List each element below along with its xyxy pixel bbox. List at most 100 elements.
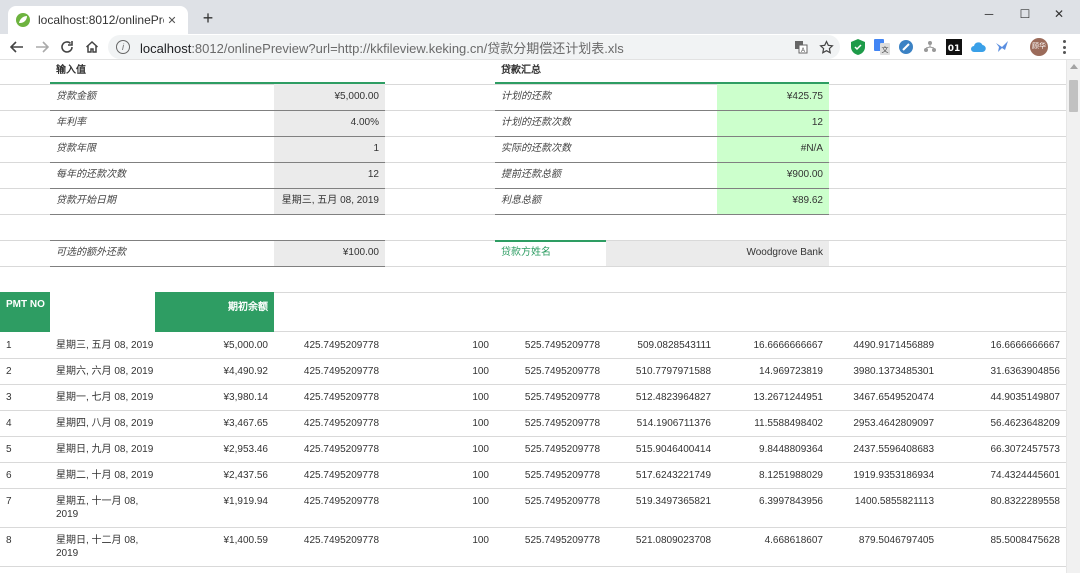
forward-button[interactable] xyxy=(31,36,53,58)
cell-no: 4 xyxy=(6,418,12,429)
cell-principal: 515.9046400414 xyxy=(635,444,711,455)
cell-border xyxy=(495,188,829,189)
info-icon[interactable]: i xyxy=(116,40,130,54)
cell-no: 3 xyxy=(6,392,12,403)
cell-cumulative: 85.5008475628 xyxy=(990,535,1060,546)
address-bar[interactable]: i localhost:8012/onlinePreview?url=http:… xyxy=(108,35,840,59)
input-label: 年利率 xyxy=(56,117,86,128)
cell-payment: 425.7495209778 xyxy=(303,535,379,546)
extra-payment-value[interactable]: ¥100.00 xyxy=(274,240,385,266)
cell-total: 525.7495209778 xyxy=(524,444,600,455)
summary-value: 12 xyxy=(811,117,823,128)
grid-line xyxy=(0,566,1066,567)
cell-payment: 425.7495209778 xyxy=(303,392,379,403)
cell-interest: 11.5588498402 xyxy=(754,418,823,429)
cell-ending: 1919.9353186934 xyxy=(853,470,934,481)
cell-total: 525.7495209778 xyxy=(524,470,600,481)
cell-border xyxy=(50,162,385,163)
cell-total: 525.7495209778 xyxy=(524,496,600,507)
cell-cumulative: 66.3072457573 xyxy=(990,444,1060,455)
scroll-up-arrow[interactable] xyxy=(1070,64,1078,69)
summary-value: ¥900.00 xyxy=(786,169,823,180)
header-date xyxy=(50,292,155,332)
header-balance: 期初余额 xyxy=(155,292,274,332)
cell-total: 525.7495209778 xyxy=(524,392,600,403)
lender-value[interactable]: Woodgrove Bank xyxy=(606,240,829,266)
cell-border xyxy=(495,136,829,137)
cell-extra: 100 xyxy=(472,496,489,507)
cell-balance: ¥2,953.46 xyxy=(223,444,269,455)
cell-balance: ¥5,000.00 xyxy=(223,340,269,351)
browser-tab[interactable]: localhost:8012/onlinePreview? ✕ xyxy=(8,6,188,34)
cell-date: 星期二, 十月 08, 2019 xyxy=(56,470,154,481)
vertical-scrollbar[interactable] xyxy=(1066,60,1080,573)
cell-extra: 100 xyxy=(472,392,489,403)
summary-label: 计划的还款 xyxy=(501,91,551,102)
grid-line xyxy=(0,410,1066,411)
reload-button[interactable] xyxy=(56,36,78,58)
header-pmt-no: PMT NO xyxy=(0,292,50,332)
cell-balance: ¥2,437.56 xyxy=(223,470,269,481)
input-value[interactable]: 星期三, 五月 08, 2019 xyxy=(274,188,385,214)
cell-payment: 425.7495209778 xyxy=(303,444,379,455)
svg-text:文: 文 xyxy=(882,45,889,54)
cell-extra: 100 xyxy=(472,535,489,546)
input-section-header: 输入值 xyxy=(56,65,86,76)
cloud-icon[interactable] xyxy=(970,39,986,55)
01-icon[interactable]: 01 xyxy=(946,39,962,55)
profile-avatar[interactable]: 顾华 xyxy=(1030,38,1048,56)
cell-cumulative: 44.9035149807 xyxy=(990,392,1060,403)
speed-icon[interactable] xyxy=(898,39,914,55)
tree-icon[interactable] xyxy=(922,39,938,55)
cell-cumulative: 16.6666666667 xyxy=(990,340,1060,351)
summary-value: #N/A xyxy=(800,143,823,154)
window-close-button[interactable]: ✕ xyxy=(1036,2,1080,26)
summary-section-header: 贷款汇总 xyxy=(501,65,541,76)
input-value[interactable]: 1 xyxy=(274,136,385,162)
cell-principal: 509.0828543111 xyxy=(637,340,711,351)
input-value[interactable]: ¥5,000.00 xyxy=(274,84,385,110)
cell-date: 星期五, 十一月 08, 2019 xyxy=(56,496,139,520)
grid-line xyxy=(0,436,1066,437)
cell-interest: 9.8448809364 xyxy=(759,444,823,455)
cell-cumulative: 80.8322289558 xyxy=(990,496,1060,507)
browser-toolbar: i localhost:8012/onlinePreview?url=http:… xyxy=(0,34,1080,60)
cell-extra: 100 xyxy=(472,444,489,455)
grid-line xyxy=(0,358,1066,359)
grid-line xyxy=(0,488,1066,489)
forward-icon xyxy=(36,41,49,53)
input-label: 贷款年限 xyxy=(56,143,96,154)
cell-interest: 4.668618607 xyxy=(764,535,823,546)
tab-close-icon[interactable]: ✕ xyxy=(164,14,180,27)
home-icon xyxy=(85,40,99,53)
input-value[interactable]: 4.00% xyxy=(274,110,385,136)
cell-interest: 8.1251988029 xyxy=(759,470,823,481)
adguard-icon[interactable] xyxy=(850,39,866,55)
translate-icon[interactable]: A xyxy=(792,38,810,56)
cell-total: 525.7495209778 xyxy=(524,535,600,546)
leaf-favicon-icon xyxy=(16,13,30,27)
google-translate-icon[interactable]: 文 xyxy=(874,39,890,55)
grid-line xyxy=(0,527,1066,528)
bird-icon[interactable] xyxy=(994,39,1010,55)
back-button[interactable] xyxy=(6,36,28,58)
new-tab-button[interactable]: + xyxy=(199,8,217,28)
cell-border xyxy=(495,110,829,111)
cell-balance: ¥1,400.59 xyxy=(223,535,269,546)
cell-total: 525.7495209778 xyxy=(524,366,600,377)
summary-label: 提前还款总额 xyxy=(501,169,561,180)
summary-value: ¥425.75 xyxy=(786,91,823,102)
cell-border xyxy=(50,214,385,215)
cell-payment: 425.7495209778 xyxy=(303,470,379,481)
cell-no: 8 xyxy=(6,535,12,546)
cell-cumulative: 74.4324445601 xyxy=(990,470,1060,481)
home-button[interactable] xyxy=(81,36,103,58)
cell-border xyxy=(495,214,829,215)
cell-interest: 16.6666666667 xyxy=(753,340,823,351)
scroll-thumb[interactable] xyxy=(1069,80,1078,112)
input-value[interactable]: 12 xyxy=(274,162,385,188)
cell-border xyxy=(50,188,385,189)
cell-balance: ¥3,467.65 xyxy=(223,418,269,429)
bookmark-star-icon[interactable] xyxy=(817,38,835,56)
menu-icon[interactable] xyxy=(1058,39,1070,55)
